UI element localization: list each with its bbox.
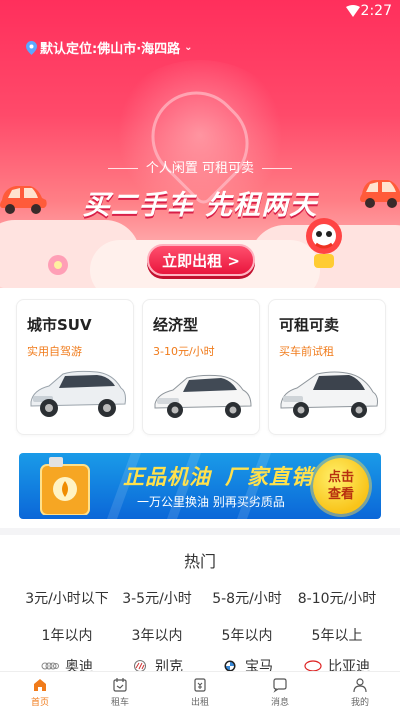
clock: 2:27 [360, 3, 392, 19]
economy-car-image [154, 374, 252, 418]
price-filter[interactable]: 5-8元/小时 [202, 588, 292, 608]
chat-bubble-icon [273, 677, 287, 693]
category-cards: 城市SUV 实用自驾游 经济型 3-10元/小时 可租可卖 买车前试租 [16, 299, 386, 435]
banner-cta-line1: 点击 [327, 470, 354, 485]
location-pin-icon [26, 40, 37, 55]
bottom-tab-bar: 首页 租车 出租 消息 我的 [0, 671, 400, 712]
hatchback-car-image [280, 371, 378, 418]
tab-home[interactable]: 首页 [0, 672, 80, 712]
status-bar: 2:27 [0, 0, 400, 24]
price-filter[interactable]: 3元/小时以下 [22, 588, 112, 608]
age-filter[interactable]: 5年以上 [292, 625, 382, 645]
location-selector[interactable]: 默认定位:佛山市·海四路 ⌄ [26, 38, 193, 57]
banner-headline-part1: 正品机油 [123, 465, 211, 489]
banner-headline: 正品机油 厂家直销 [123, 461, 313, 491]
section-divider [0, 528, 400, 535]
banner-headline-part2: 厂家直销 [225, 465, 313, 489]
price-filter-row: 3元/小时以下 3-5元/小时 5-8元/小时 8-10元/小时 [22, 588, 382, 608]
category-subtitle: 实用自驾游 [27, 345, 82, 358]
location-label: 默认定位:佛山市·海四路 [40, 42, 181, 57]
rent-now-button[interactable]: 立即出租 > [147, 244, 255, 276]
category-subtitle: 3-10元/小时 [153, 345, 215, 358]
document-icon [194, 677, 206, 692]
tab-rent-car[interactable]: 租车 [80, 672, 160, 712]
lion-dance-mascot-icon [306, 218, 342, 268]
age-filter[interactable]: 1年以内 [22, 625, 112, 645]
chevron-down-icon: ⌄ [184, 42, 193, 53]
category-title: 经济型 [153, 316, 199, 334]
oil-bottle-icon [40, 457, 90, 515]
category-title: 可租可卖 [279, 316, 340, 334]
age-filter[interactable]: 3年以内 [112, 625, 202, 645]
price-filter[interactable]: 8-10元/小时 [292, 588, 382, 608]
tab-profile[interactable]: 我的 [320, 672, 400, 712]
tab-label: 租车 [110, 697, 129, 708]
category-title: 城市SUV [27, 316, 92, 334]
hot-filters: 3元/小时以下 3-5元/小时 5-8元/小时 8-10元/小时 1年以内 3年… [22, 588, 382, 662]
banner-subline: 一万公里换油 别再买劣质品 [137, 495, 285, 509]
tab-label: 消息 [270, 697, 289, 708]
flower-decoration-icon [48, 255, 68, 275]
hot-section-title: 热门 [183, 552, 216, 571]
category-card-economy[interactable]: 经济型 3-10元/小时 [142, 299, 260, 435]
wifi-icon [346, 5, 360, 17]
price-filter[interactable]: 3-5元/小时 [112, 588, 202, 608]
hero-tagline: 个人闲置 可租可卖 [0, 157, 400, 176]
tab-label: 我的 [350, 697, 369, 708]
tab-label: 出租 [190, 697, 209, 708]
category-card-suv[interactable]: 城市SUV 实用自驾游 [16, 299, 134, 435]
suv-car-image [30, 370, 126, 417]
tab-messages[interactable]: 消息 [240, 672, 320, 712]
engine-oil-banner[interactable]: 正品机油 厂家直销 一万公里换油 别再买劣质品 点击 查看 [19, 453, 381, 519]
category-subtitle: 买车前试租 [279, 345, 334, 358]
age-filter[interactable]: 5年以内 [202, 625, 292, 645]
tab-label: 首页 [30, 697, 49, 708]
home-icon [34, 678, 46, 691]
tab-lease-out[interactable]: 出租 [160, 672, 240, 712]
banner-cta-line2: 查看 [327, 487, 354, 502]
user-icon [353, 677, 367, 692]
age-filter-row: 1年以内 3年以内 5年以内 5年以上 [22, 625, 382, 645]
hero-headline: 买二手车 先租两天 [82, 190, 318, 221]
calendar-icon [113, 677, 127, 692]
banner-view-button[interactable]: 点击 查看 [313, 458, 369, 514]
category-card-rent-or-sell[interactable]: 可租可卖 买车前试租 [268, 299, 386, 435]
